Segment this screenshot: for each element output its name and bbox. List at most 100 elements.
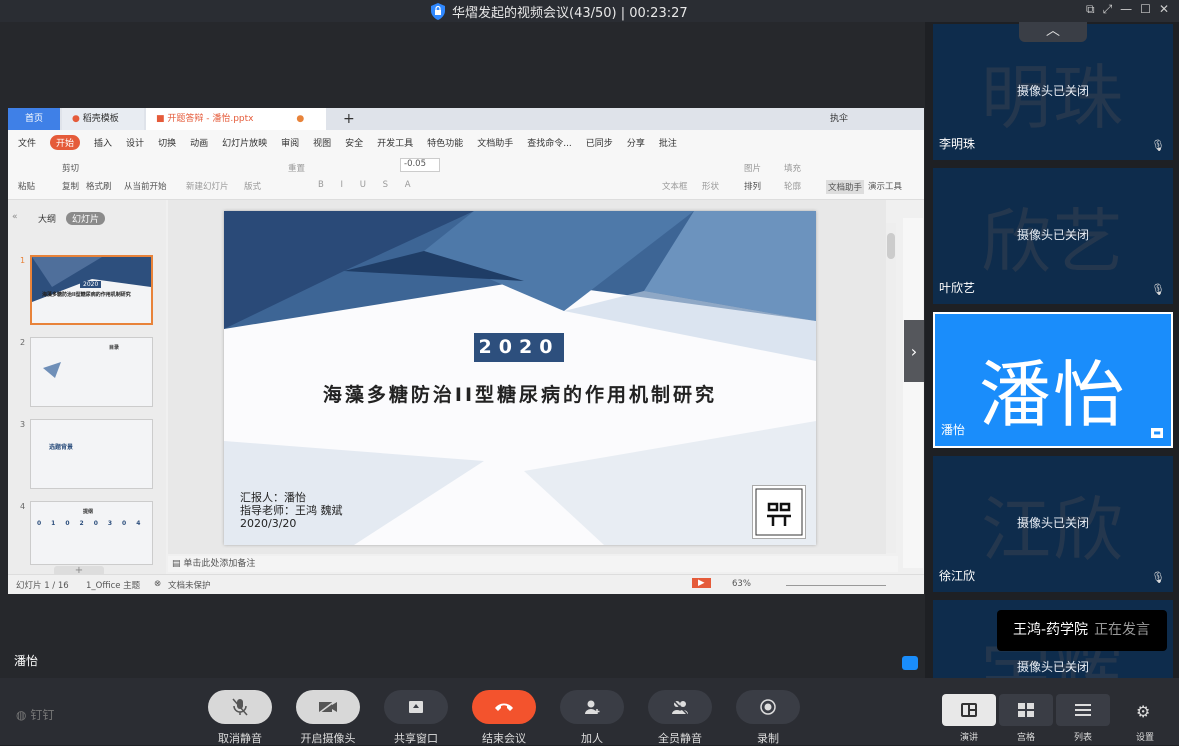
view-grid-button[interactable]	[999, 694, 1053, 726]
view-grid-label: 宫格	[1016, 733, 1035, 743]
play-slideshow-button[interactable]: ▶	[692, 578, 711, 588]
menu-review[interactable]: 审阅	[281, 136, 299, 149]
vertical-scrollbar[interactable]	[886, 223, 896, 553]
ribbon-play-current[interactable]: 从当前开始	[124, 180, 167, 192]
stage-share-icon[interactable]	[902, 656, 918, 670]
menu-insert[interactable]: 插入	[94, 136, 112, 149]
ribbon-arrange[interactable]: 排列	[744, 180, 761, 192]
shared-screen-stage: 首页 ● 稻壳模板 ■ 开题答辩 - 潘怡.pptx ● + 执伞 文件 开始 …	[0, 22, 925, 678]
ppt-icon: ■	[156, 114, 165, 124]
add-person-button[interactable]	[560, 690, 624, 724]
tab-home[interactable]: 首页	[8, 108, 60, 130]
menu-design[interactable]: 设计	[126, 136, 144, 149]
ribbon-fill[interactable]: 填充	[784, 162, 801, 174]
menu-devtools[interactable]: 开发工具	[377, 136, 413, 149]
camera-status: 摄像头已关闭	[1016, 84, 1089, 98]
ribbon-outline[interactable]: 轮廓	[784, 180, 801, 192]
zoom-level[interactable]: 63%	[732, 579, 751, 589]
ribbon-reset[interactable]: 重置	[288, 162, 305, 174]
participant-tile[interactable]: 江欣 摄像头已关闭 徐江欣 🎙	[933, 456, 1173, 592]
slide-reporter: 汇报人：潘怡	[240, 491, 306, 504]
menu-synced[interactable]: 已同步	[586, 136, 613, 149]
collapse-panel-icon[interactable]: «	[12, 212, 18, 222]
tab-slides[interactable]: 幻灯片	[66, 212, 106, 225]
slide-thumb-3[interactable]: 选题背景	[30, 419, 153, 489]
user-label[interactable]: 执伞	[820, 108, 858, 130]
ribbon-cut[interactable]: 剪切	[62, 162, 79, 174]
menu-transition[interactable]: 切换	[158, 136, 176, 149]
view-list-button[interactable]	[1056, 694, 1110, 726]
notes-placeholder: 单击此处添加备注	[183, 559, 256, 569]
thumb-number: 3	[20, 420, 26, 429]
tab-pptx[interactable]: ■ 开题答辩 - 潘怡.pptx ●	[146, 108, 326, 130]
menu-comment[interactable]: 批注	[659, 136, 677, 149]
status-protection[interactable]: 文档未保护	[168, 579, 211, 591]
meeting-title-text: 华熠发起的视频会议(43/50) | 00:23:27	[452, 6, 688, 21]
ribbon-new-slide[interactable]: 新建幻灯片	[186, 180, 229, 192]
end-meeting-button[interactable]	[472, 690, 536, 724]
menu-features[interactable]: 特色功能	[427, 136, 463, 149]
menu-slideshow[interactable]: 幻灯片放映	[222, 136, 267, 149]
participant-tile-active[interactable]: 潘怡 潘怡 ▬	[933, 312, 1173, 448]
menu-security[interactable]: 安全	[345, 136, 363, 149]
menu-animation[interactable]: 动画	[190, 136, 208, 149]
menu-start[interactable]: 开始	[50, 134, 81, 150]
close-icon[interactable]: ✕	[1159, 2, 1169, 17]
slide-date: 2020/3/20	[240, 517, 297, 530]
fullscreen-icon[interactable]: ⤢	[1103, 2, 1113, 17]
wps-menubar: 文件 开始 插入 设计 切换 动画 幻灯片放映 审阅 视图 安全 开发工具 特色…	[8, 130, 924, 154]
speaker-view-icon	[961, 703, 977, 717]
brand-label: 钉钉	[30, 708, 55, 722]
stage-next-arrow-icon[interactable]: ›	[904, 320, 924, 382]
mic-muted-icon: 🎙	[1151, 139, 1165, 152]
zoom-slider[interactable]	[786, 585, 886, 586]
wps-tabbar: 首页 ● 稻壳模板 ■ 开题答辩 - 潘怡.pptx ● + 执伞	[8, 108, 924, 130]
ribbon-format-painter[interactable]: 格式刷	[86, 180, 112, 192]
slide-thumb-4[interactable]: 提纲 01020304	[30, 501, 153, 565]
minimize-icon[interactable]: —	[1120, 2, 1132, 17]
slide-thumb-2[interactable]: 目录	[30, 337, 153, 407]
slide-thumb-1[interactable]: 2020 海藻多糖防治II型糖尿病的作用机制研究	[30, 255, 153, 325]
start-camera-button[interactable]	[296, 690, 360, 724]
maximize-icon[interactable]: ☐	[1140, 2, 1151, 17]
camera-off-icon	[318, 700, 337, 714]
camera-status: 摄像头已关闭	[1016, 516, 1089, 530]
share-window-button[interactable]	[384, 690, 448, 724]
menu-share[interactable]: 分享	[627, 136, 645, 149]
menu-search[interactable]: 查找命令...	[527, 136, 572, 149]
collapse-up-icon[interactable]: ︿	[1019, 22, 1087, 42]
main-slide[interactable]: 2020 海藻多糖防治II型糖尿病的作用机制研究 汇报人：潘怡 指导老师：王鸿 …	[224, 211, 816, 545]
mic-muted-icon: 🎙	[1151, 571, 1165, 584]
menu-view[interactable]: 视图	[313, 136, 331, 149]
ribbon-paste[interactable]: 粘贴	[18, 180, 35, 192]
scrollbar-thumb[interactable]	[887, 233, 895, 259]
thumb-number: 2	[20, 338, 26, 347]
wps-ribbon: 粘贴 剪切 复制 格式刷 从当前开始 新建幻灯片 版式 重置 -0.05 B I…	[8, 154, 924, 200]
tab-outline[interactable]: 大纲	[38, 212, 56, 225]
status-theme[interactable]: 1_Office 主题	[86, 579, 140, 591]
tab-docer[interactable]: ● 稻壳模板	[62, 108, 144, 130]
menu-file[interactable]: 文件	[18, 136, 36, 149]
notes-area[interactable]: ▤ 单击此处添加备注	[168, 556, 898, 572]
ribbon-copy[interactable]: 复制	[62, 180, 79, 192]
mute-all-button[interactable]	[648, 690, 712, 724]
thumb-2-title: 目录	[109, 345, 120, 351]
thumb-3-title: 选题背景	[49, 444, 74, 451]
new-tab-button[interactable]: +	[333, 108, 365, 130]
ribbon-picture[interactable]: 图片	[744, 162, 761, 174]
unmute-button[interactable]	[208, 690, 272, 724]
font-style-buttons[interactable]: B I U S A	[318, 180, 418, 190]
participant-tile[interactable]: 欣艺 摄像头已关闭 叶欣艺 🎙	[933, 168, 1173, 304]
ribbon-docassist[interactable]: 文档助手	[826, 180, 865, 194]
share-screen-icon[interactable]: ⧉	[1086, 2, 1095, 17]
menu-docassist[interactable]: 文档助手	[477, 136, 513, 149]
view-speaker-button[interactable]	[942, 694, 996, 726]
ribbon-textbox[interactable]: 文本框	[662, 180, 688, 192]
record-button[interactable]	[736, 690, 800, 724]
participant-tile[interactable]: 明珠 摄像头已关闭 李明珠 🎙	[933, 24, 1173, 160]
ribbon-layout[interactable]: 版式	[244, 180, 261, 192]
ribbon-shape[interactable]: 形状	[702, 180, 719, 192]
font-size-input[interactable]: -0.05	[400, 158, 440, 172]
ribbon-presenter-tools[interactable]: 演示工具	[868, 180, 902, 192]
settings-icon[interactable]: ⚙	[1136, 702, 1150, 721]
